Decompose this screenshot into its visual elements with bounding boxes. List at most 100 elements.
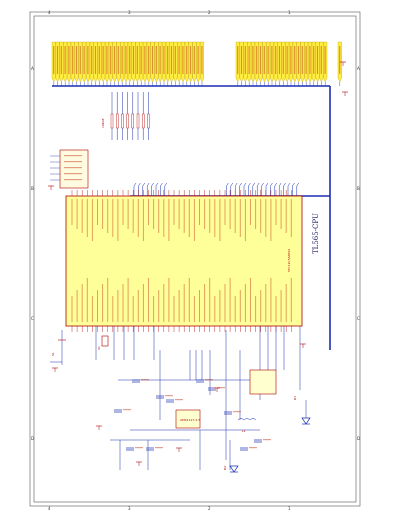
chip-pin-text-stub-bottom: [275, 296, 277, 322]
rn-resistor: [115, 113, 119, 129]
net-label-text-stub: [174, 46, 176, 74]
bus-drop-tick: [270, 182, 273, 187]
net-label-text-stub: [324, 46, 326, 74]
net-label-text-stub: [286, 46, 288, 74]
chip-pin-text-stub-top: [97, 199, 98, 225]
bus-drop-tick: [226, 182, 229, 187]
net-label-text-stub: [113, 46, 116, 74]
row-marker-b-right: B: [357, 186, 360, 191]
net-label-text-stub: [140, 46, 142, 74]
chip-pin-text-stub-top: [193, 199, 195, 241]
capacitor-text-stub: [135, 447, 143, 449]
net-label-text-stub: [98, 46, 100, 74]
chip-pin-text-stub-bottom: [97, 290, 98, 322]
chip-pin-text-stub-top: [270, 199, 272, 241]
bus-drop-tick: [133, 182, 137, 187]
chip-pin-text-stub-bottom: [193, 296, 195, 322]
row-marker-a: A: [31, 66, 34, 71]
net-label-text-stub: [316, 46, 319, 74]
chip-pin-text-stub-bottom: [86, 278, 88, 322]
chip-pin-text-stub-bottom: [117, 290, 119, 322]
col-marker-3: 2: [208, 10, 211, 15]
net-label-text-stub: [320, 46, 322, 74]
resistor-network: [110, 92, 150, 140]
chip-pin-text-stub-top: [178, 199, 180, 229]
net-label-text-stub: [159, 46, 161, 74]
bus-drop-tick: [230, 182, 234, 187]
header-pin-text-stub: [64, 161, 82, 163]
net-label-text-stub: [244, 46, 246, 74]
chip-pin-text-stub-top: [209, 199, 211, 233]
net-label-text-stub: [132, 46, 135, 74]
chip-pin-text-stub-bottom: [102, 284, 104, 322]
net-label-text-stub: [94, 46, 97, 74]
rn-resistor: [141, 113, 145, 129]
net-label-text-stub: [110, 46, 112, 74]
chip-pin-text-stub-top: [71, 199, 73, 225]
bus-drop-tick: [265, 182, 269, 187]
chip-pin-text-stub-bottom: [81, 284, 83, 322]
led-indicator: D1: [293, 396, 311, 425]
capacitor-text-stub: [123, 409, 131, 411]
chip-pin-text-stub-top: [234, 199, 236, 233]
net-label-text-stub: [201, 46, 203, 74]
chip-pin-text-stub-top: [107, 199, 109, 233]
net-label-text-stub: [117, 46, 119, 74]
net-label-text-stub: [87, 46, 89, 74]
bus-drop-tick: [146, 182, 150, 187]
net-label-text-stub: [72, 46, 74, 74]
chip-pin-text-stub-bottom: [239, 290, 241, 322]
bus-drop-tick: [234, 182, 238, 187]
chip-pin-text-stub-bottom: [214, 296, 216, 322]
chip-pin-text-stub-top: [260, 199, 262, 233]
capacitor-text-stub: [141, 379, 149, 381]
net-label-text-stub: [248, 46, 250, 74]
chip-pin-text-stub-bottom: [178, 290, 180, 322]
chip-pin-text-stub-top: [86, 199, 88, 237]
led-label: D1: [293, 396, 297, 400]
bus-drop-tick: [296, 182, 300, 187]
col-marker-4b: 1: [288, 506, 291, 511]
net-label-text-stub: [79, 46, 81, 74]
net-label-text-stub: [301, 46, 303, 74]
chip-pin-text-stub-bottom: [219, 290, 221, 322]
rn-resistor: [131, 113, 135, 129]
net-label-text-stub: [151, 46, 154, 74]
net-label-text-stub: [155, 46, 157, 74]
net-label-text-stub: [121, 46, 123, 74]
capacitor-text-stub: [263, 439, 271, 441]
row-marker-c: C: [31, 316, 34, 321]
chip-pin-text-stub-bottom: [260, 290, 262, 322]
bus-drop-tick: [283, 182, 286, 187]
net-label-text-stub: [102, 46, 104, 74]
capacitor-text-stub: [155, 447, 163, 449]
chip-pin-text-stub-bottom: [199, 290, 200, 322]
capacitor-text-stub: [249, 447, 257, 449]
bus-drop-tick: [256, 182, 260, 187]
net-label-text-stub: [144, 46, 146, 74]
net-label-text-stub: [189, 46, 192, 74]
col-marker-4: 1: [288, 10, 291, 15]
chip-pin-text-stub-top: [117, 199, 119, 241]
capacitor-text-stub: [233, 411, 241, 413]
net-label-text-stub: [75, 46, 78, 74]
row-marker-d-right: D: [357, 436, 360, 441]
chip-pin-text-stub-bottom: [168, 278, 170, 322]
net-label-text-stub: [278, 46, 281, 74]
inductor-label: L1: [242, 429, 246, 433]
chip-pin-text-stub-top: [102, 199, 104, 229]
rn-resistor: [126, 113, 129, 129]
net-label-text-stub: [56, 46, 59, 74]
chip-pin-text-stub-bottom: [158, 290, 160, 322]
chip-pin-text-stub-bottom: [71, 296, 73, 322]
rn-resistor: [136, 113, 140, 129]
chip-pin-text-stub-bottom: [188, 278, 190, 322]
chip-pin-text-stub-bottom: [163, 284, 165, 322]
chip-pin-text-stub-bottom: [224, 284, 226, 322]
col-marker-2b: 3: [128, 506, 131, 511]
net-label-text-stub: [167, 46, 169, 74]
capacitor-text-stub: [205, 379, 213, 381]
net-label-text-stub: [170, 46, 173, 74]
net-label-text-stub: [290, 46, 292, 74]
rn-resistor: [121, 113, 124, 129]
